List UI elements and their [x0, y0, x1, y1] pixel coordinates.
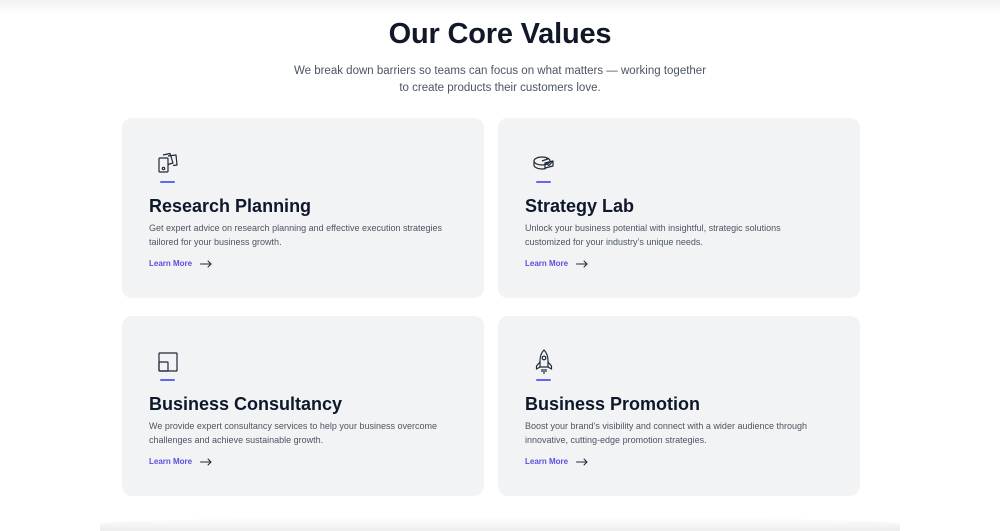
arrow-right-icon — [200, 458, 212, 466]
card-description: We provide expert consultancy services t… — [149, 421, 437, 445]
arrow-right-icon — [200, 260, 212, 268]
icon-underline — [160, 379, 175, 381]
arrow-right-icon — [576, 458, 588, 466]
card-title: Business Promotion — [525, 394, 701, 414]
card-title: Business Consultancy — [149, 394, 343, 414]
card-title: Strategy Lab — [525, 196, 635, 216]
learn-more-link[interactable]: Learn More — [525, 457, 588, 466]
card-description: Unlock your business potential with insi… — [525, 223, 781, 247]
card-description: Get expert advice on research planning a… — [149, 223, 443, 247]
icon-underline — [536, 181, 551, 183]
subtitle-line-1: We break down barriers so teams can focu… — [293, 65, 707, 77]
layers-square-icon — [154, 348, 182, 376]
learn-more-link[interactable]: Learn More — [149, 457, 212, 466]
value-card-business-consultancy: Business Consultancy We provide expert c… — [122, 316, 484, 496]
arrow-right-icon — [576, 260, 588, 268]
learn-more-label: Learn More — [149, 457, 193, 466]
documents-icon — [154, 150, 182, 178]
pie-chart-icon — [530, 150, 558, 178]
learn-more-link[interactable]: Learn More — [525, 259, 588, 268]
icon-underline — [160, 181, 175, 183]
card-description: Boost your brand’s visibility and connec… — [525, 421, 807, 445]
learn-more-label: Learn More — [149, 259, 193, 268]
value-card-strategy-lab: Strategy Lab Unlock your business potent… — [498, 118, 860, 298]
page-title: Our Core Values — [388, 18, 612, 50]
value-card-business-promotion: Business Promotion Boost your brand’s vi… — [498, 316, 860, 496]
icon-underline — [536, 379, 551, 381]
learn-more-link[interactable]: Learn More — [149, 259, 212, 268]
learn-more-label: Learn More — [525, 457, 569, 466]
learn-more-label: Learn More — [525, 259, 569, 268]
subtitle-line-2: to create products their customers love. — [399, 82, 601, 94]
top-shadow — [0, 0, 1000, 14]
section-subtitle: We break down barriers so teams can focu… — [275, 63, 725, 97]
rocket-icon — [530, 348, 558, 376]
card-title: Research Planning — [149, 196, 312, 216]
bottom-shadow — [100, 517, 900, 531]
value-card-research-planning: Research Planning Get expert advice on r… — [122, 118, 484, 298]
